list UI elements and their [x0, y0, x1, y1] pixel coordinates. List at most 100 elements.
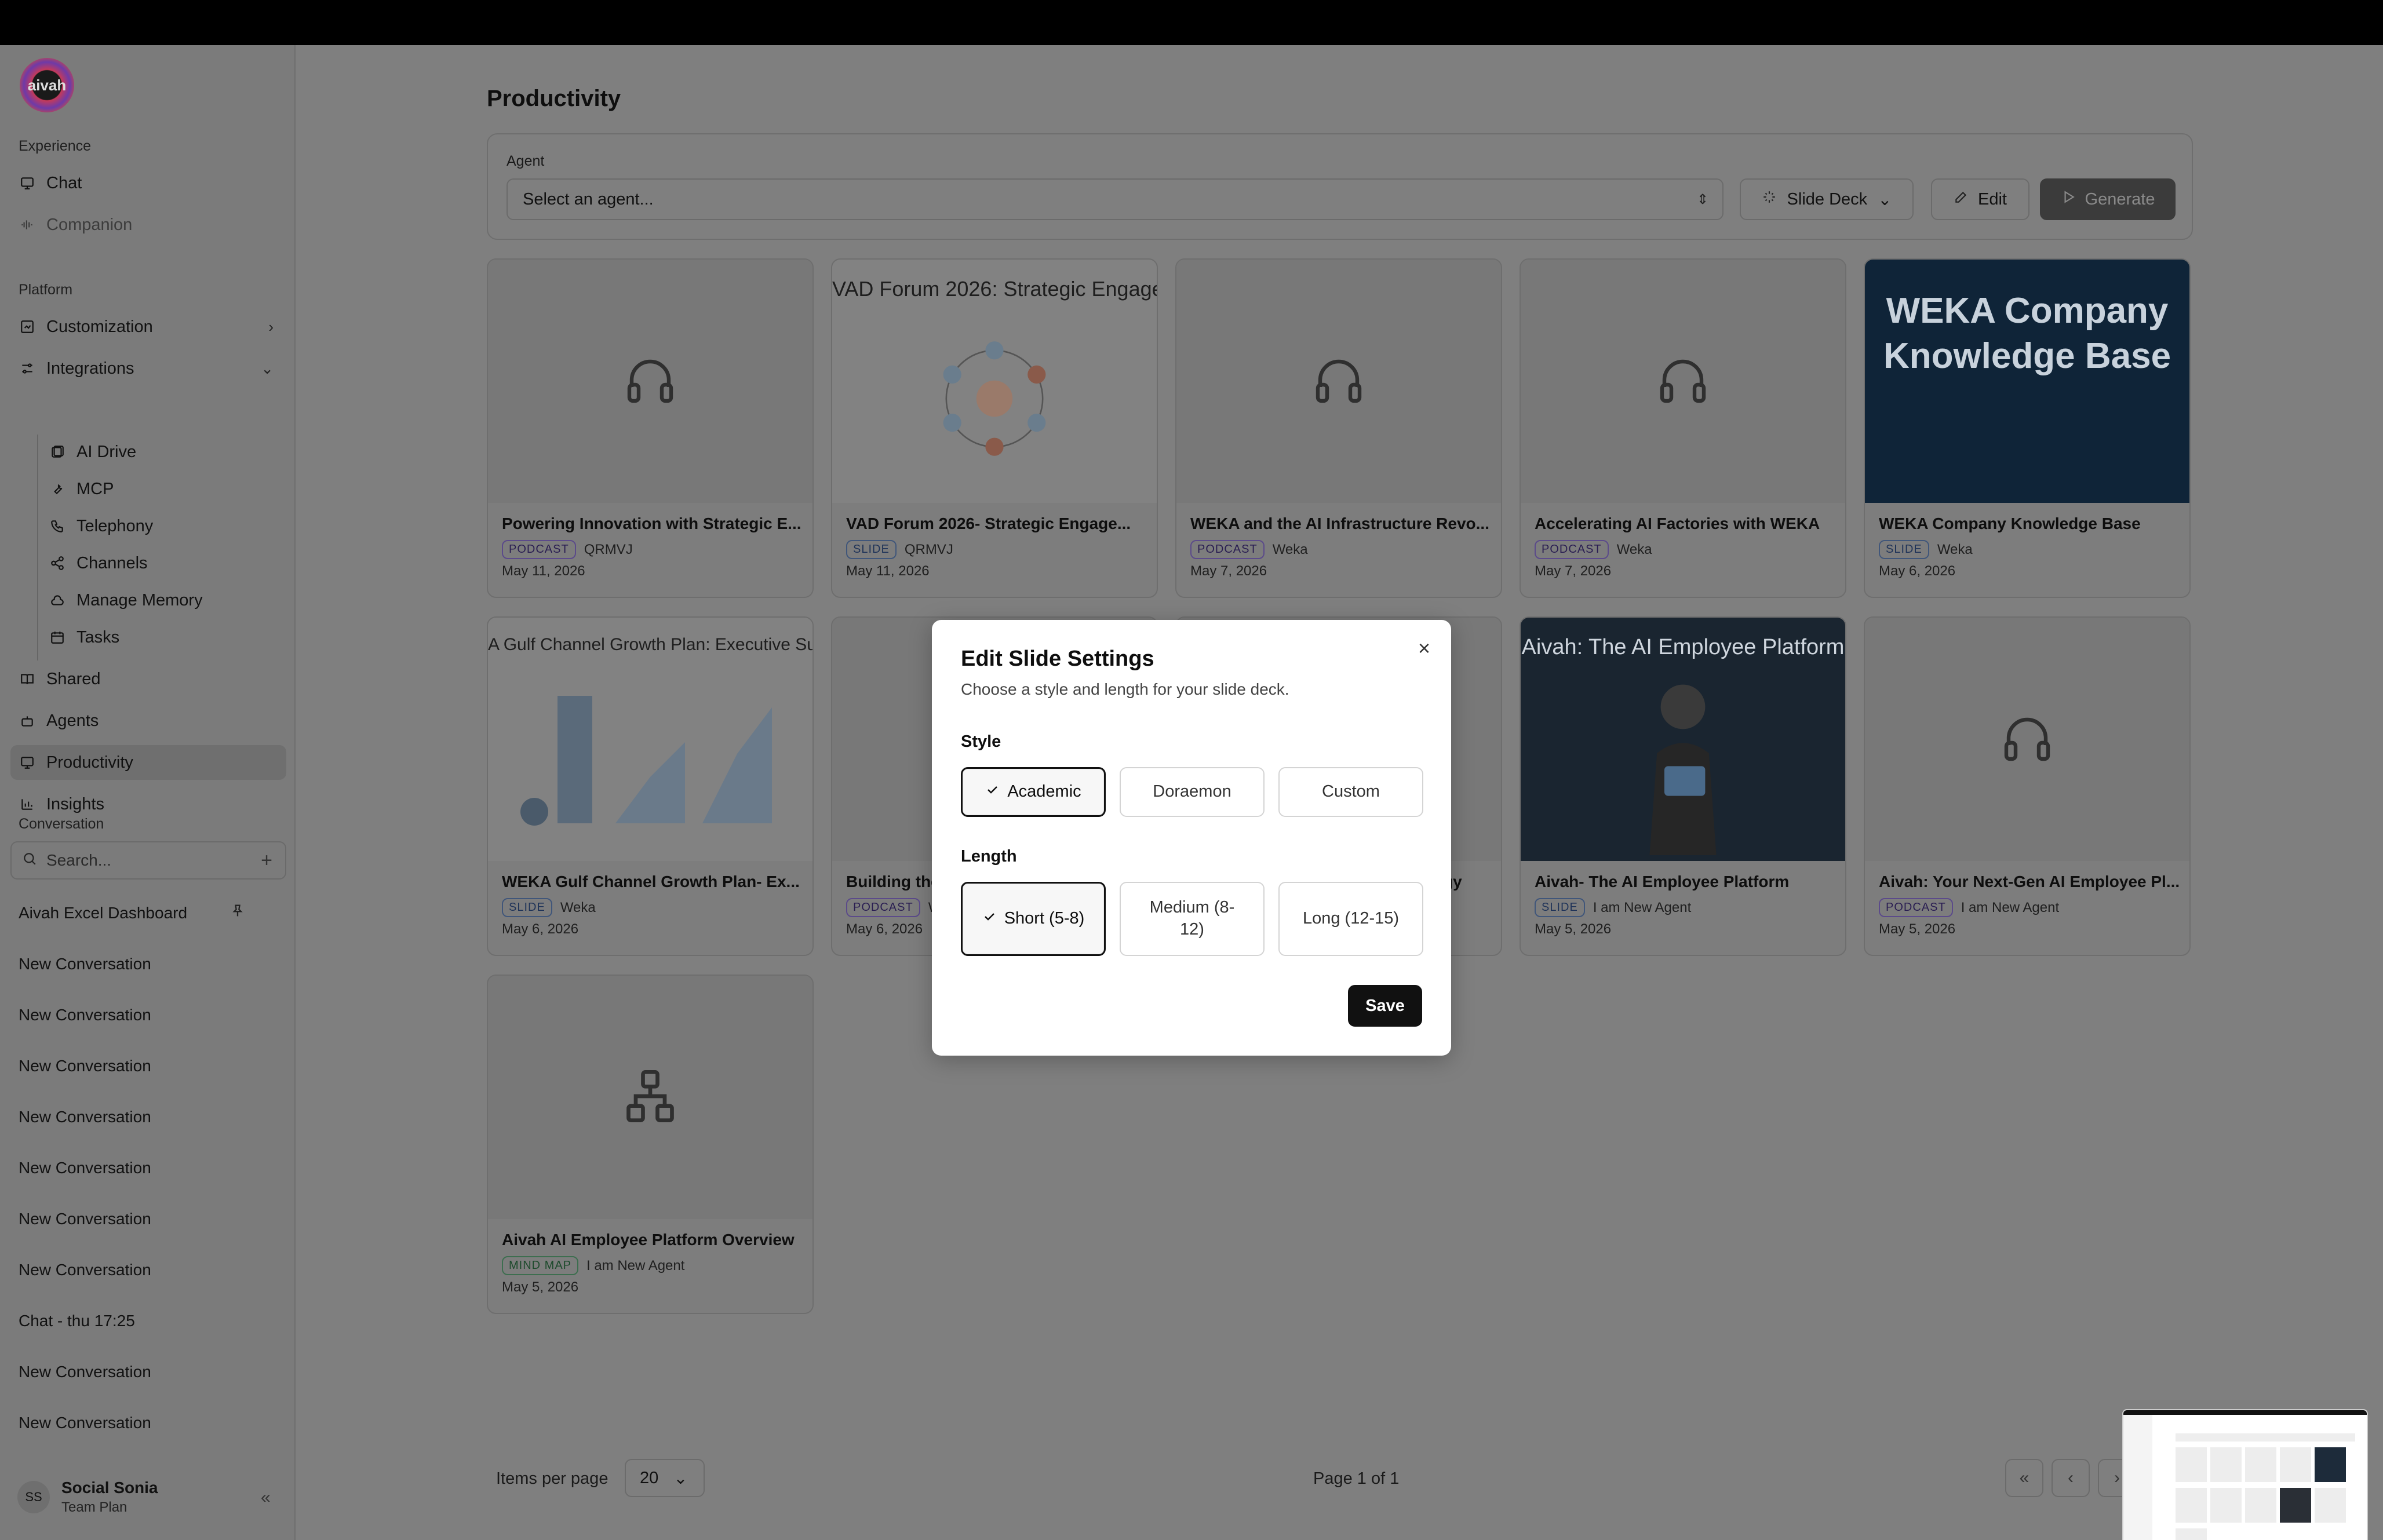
card-author: QRMVJ — [904, 541, 953, 557]
section-experience: Experience — [19, 138, 92, 154]
card-author: Weka — [1937, 541, 1973, 557]
memory-icon — [49, 592, 66, 609]
sidebar-item-chat[interactable]: Chat — [19, 166, 285, 200]
type-badge: PODCAST — [1535, 540, 1609, 559]
sidebar-item-ai-drive[interactable]: AI Drive — [49, 435, 280, 469]
sidebar-item-customization[interactable]: Customization › — [19, 309, 285, 344]
sidebar-item-label: Telephony — [76, 516, 154, 535]
length-option-long[interactable]: Long (12-15) — [1278, 882, 1423, 956]
length-option-medium[interactable]: Medium (8-12) — [1120, 882, 1265, 956]
card-title: WEKA Company Knowledge Base — [1879, 514, 2141, 532]
edit-button[interactable]: Edit — [1931, 178, 2029, 220]
card-thumbnail — [1176, 260, 1501, 503]
agent-label: Agent — [507, 153, 545, 169]
sidebar-item-label: Customization — [46, 317, 153, 336]
sidebar-item-manage-memory[interactable]: Manage Memory — [49, 583, 280, 618]
thumbnail-title: Aivah: The AI Employee Platform — [1521, 635, 1845, 659]
dialog-title: Edit Slide Settings — [961, 647, 1154, 671]
first-page-button[interactable]: « — [2005, 1459, 2043, 1497]
content-card[interactable]: A Gulf Channel Growth Plan: Executive Su… — [487, 616, 814, 956]
agent-select[interactable]: Select an agent... ⇕ — [507, 178, 1724, 220]
section-platform: Platform — [19, 282, 73, 298]
sidebar-item-mcp[interactable]: MCP — [49, 472, 280, 506]
option-label: Long (12-15) — [1302, 909, 1400, 928]
app-logo[interactable]: aivah — [20, 58, 74, 112]
search-icon — [22, 851, 37, 870]
conversation-item[interactable]: New Conversation — [19, 1006, 151, 1024]
card-title: Accelerating AI Factories with WEKA — [1535, 514, 1820, 532]
length-option-short[interactable]: Short (5-8) — [961, 882, 1106, 956]
save-button[interactable]: Save — [1348, 985, 1422, 1027]
generate-button[interactable]: Generate — [2040, 178, 2176, 220]
content-card[interactable]: VAD Forum 2026: Strategic Engagemen VAD … — [831, 258, 1158, 598]
sidebar-item-label: Shared — [46, 669, 101, 688]
card-date: May 6, 2026 — [502, 921, 579, 937]
style-label: Style — [961, 732, 1001, 751]
wrench-icon — [49, 480, 66, 498]
content-card[interactable]: Accelerating AI Factories with WEKA PODC… — [1520, 258, 1846, 598]
content-card[interactable]: Aivah AI Employee Platform Overview MIND… — [487, 975, 814, 1314]
conversation-item[interactable]: New Conversation — [19, 1363, 151, 1381]
conversation-item[interactable]: New Conversation — [19, 1057, 151, 1075]
card-thumbnail: A Gulf Channel Growth Plan: Executive Su… — [488, 618, 812, 861]
style-option-custom[interactable]: Custom — [1278, 767, 1423, 817]
sidebar-item-productivity[interactable]: Productivity — [10, 745, 286, 780]
new-conversation-icon[interactable]: + — [261, 849, 272, 872]
conversation-item[interactable]: New Conversation — [19, 1210, 151, 1228]
previous-page-button[interactable]: ‹ — [2052, 1459, 2090, 1497]
user-name: Social Sonia — [61, 1479, 158, 1497]
edit-slide-settings-dialog: × Edit Slide Settings Choose a style and… — [932, 620, 1451, 1056]
calendar-icon — [49, 629, 66, 646]
format-dropdown[interactable]: Slide Deck ⌄ — [1740, 178, 1914, 220]
content-card[interactable]: Powering Innovation with Strategic E... … — [487, 258, 814, 598]
diagram-illustration — [943, 341, 1046, 456]
conversation-item[interactable]: New Conversation — [19, 1108, 151, 1126]
option-label: Academic — [1007, 782, 1081, 801]
pin-icon[interactable] — [229, 903, 246, 922]
content-card[interactable]: Aivah: Your Next-Gen AI Employee Pl... P… — [1864, 616, 2191, 956]
type-badge: SLIDE — [846, 540, 897, 559]
sidebar-item-label: Manage Memory — [76, 590, 203, 610]
sidebar-item-agents[interactable]: Agents — [19, 703, 285, 738]
sidebar-item-integrations[interactable]: Integrations ⌄ — [19, 351, 285, 386]
style-option-doraemon[interactable]: Doraemon — [1120, 767, 1265, 817]
sidebar-item-channels[interactable]: Channels — [49, 546, 280, 581]
card-date: May 11, 2026 — [502, 563, 585, 579]
content-card[interactable]: WEKA and the AI Infrastructure Revo... P… — [1175, 258, 1502, 598]
conversation-item[interactable]: New Conversation — [19, 955, 151, 973]
sidebar-item-telephony[interactable]: Telephony — [49, 509, 280, 543]
card-thumbnail — [1865, 618, 2189, 861]
collapse-sidebar-icon[interactable]: « — [261, 1488, 271, 1508]
card-thumbnail: VAD Forum 2026: Strategic Engagemen — [832, 260, 1157, 503]
preview-graphic — [2123, 1410, 2367, 1540]
conversation-item[interactable]: New Conversation — [19, 1261, 151, 1279]
chevron-down-icon: ⌄ — [1878, 190, 1892, 209]
thumbnail-title: VAD Forum 2026: Strategic Engagemen — [832, 277, 1157, 301]
play-icon — [2061, 189, 2076, 209]
sidebar-item-companion[interactable]: Companion — [19, 207, 285, 242]
sidebar-item-label: Agents — [46, 711, 99, 730]
headphones-icon — [622, 352, 678, 411]
content-card[interactable]: WEKA Company Knowledge Base WEKA Company… — [1864, 258, 2191, 598]
sidebar-item-label: Channels — [76, 553, 148, 572]
sidebar-item-tasks[interactable]: Tasks — [49, 620, 280, 655]
conversation-item[interactable]: Chat - thu 17:25 — [19, 1312, 135, 1330]
type-badge: PODCAST — [502, 540, 576, 559]
conversation-item[interactable]: New Conversation — [19, 1159, 151, 1177]
sidebar-item-shared[interactable]: Shared — [19, 662, 285, 696]
page-status: Page 1 of 1 — [1313, 1469, 1400, 1488]
user-profile[interactable]: SS Social Sonia Team Plan — [17, 1479, 158, 1516]
card-date: May 11, 2026 — [846, 563, 930, 579]
headphones-icon — [1655, 352, 1711, 411]
conversation-item[interactable]: New Conversation — [19, 1414, 151, 1432]
content-card[interactable]: Aivah: The AI Employee Platform Aivah- T… — [1520, 616, 1846, 956]
character-illustration — [1649, 684, 1717, 855]
submenu-divider — [37, 435, 38, 660]
check-icon — [985, 781, 999, 803]
conversation-item[interactable]: Aivah Excel Dashboard — [19, 904, 187, 922]
items-per-page-select[interactable]: 20 ⌄ — [625, 1459, 705, 1497]
conversation-search-input[interactable]: Search... + — [10, 841, 286, 880]
screen-preview-thumbnail[interactable] — [2122, 1409, 2368, 1540]
close-icon[interactable]: × — [1418, 636, 1430, 660]
style-option-academic[interactable]: Academic — [961, 767, 1106, 817]
